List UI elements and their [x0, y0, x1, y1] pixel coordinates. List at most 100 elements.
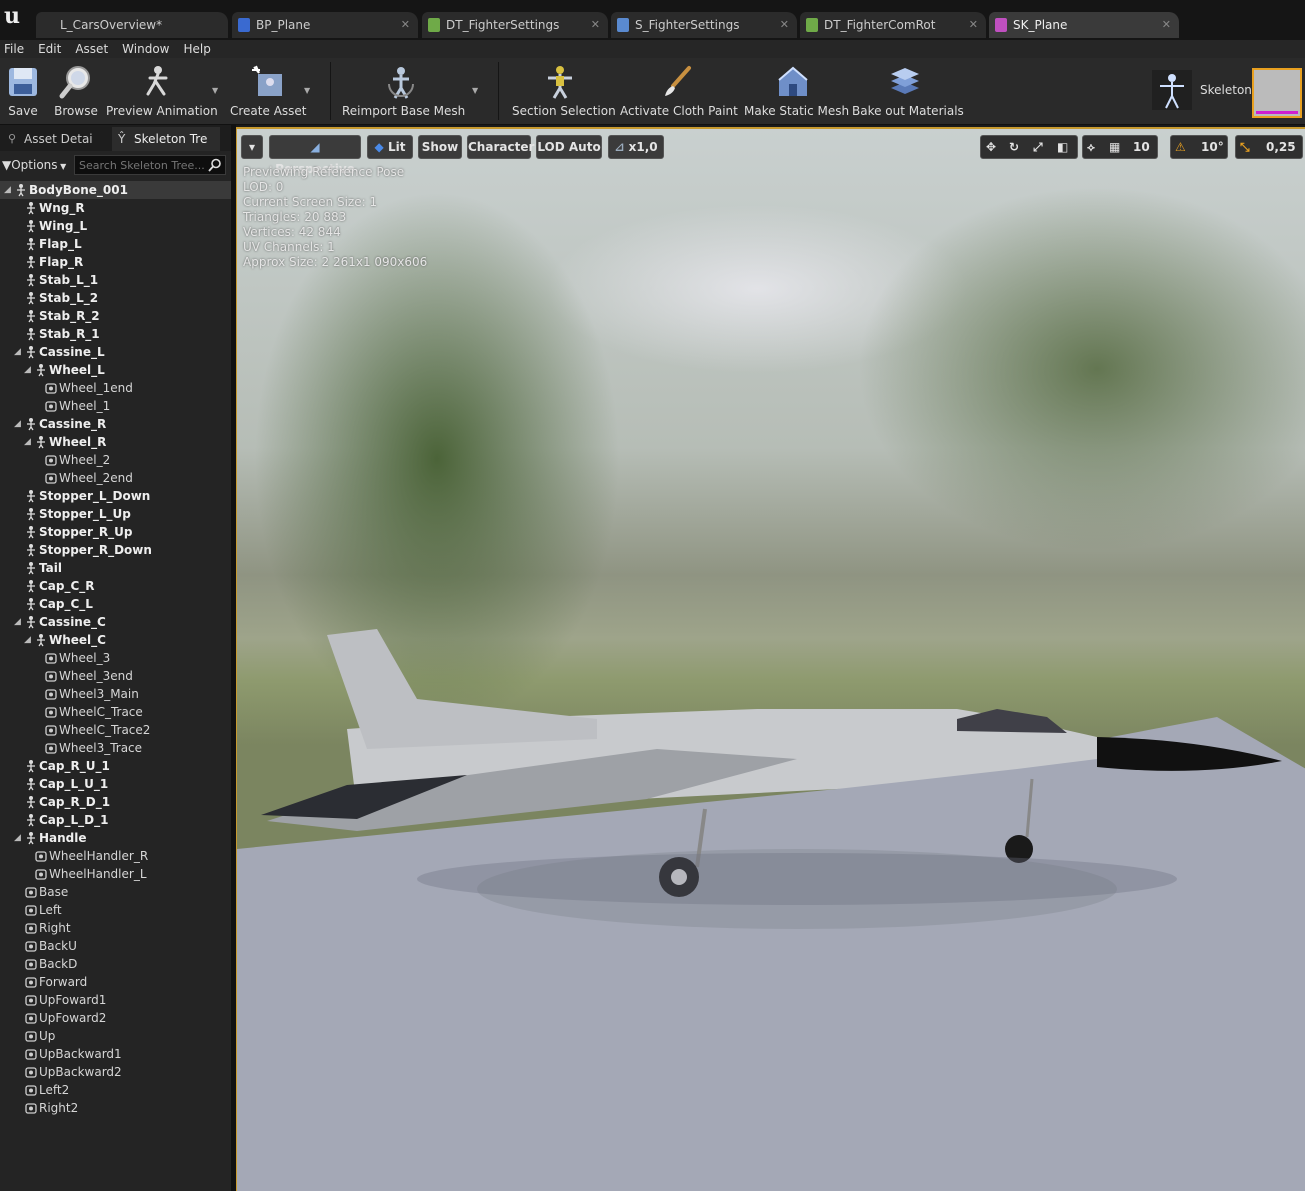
bone-row[interactable]: Flap_R: [0, 253, 231, 271]
surface-snap-icon[interactable]: ⟡: [1087, 136, 1095, 158]
search-skeleton-tree-input[interactable]: [74, 155, 226, 175]
expand-arrow-icon[interactable]: ◢: [14, 613, 24, 631]
socket-row[interactable]: Wheel3_Main: [0, 685, 231, 703]
bone-row[interactable]: Cap_L_U_1: [0, 775, 231, 793]
menu-edit[interactable]: Edit: [31, 40, 68, 58]
socket-row[interactable]: BackU: [0, 937, 231, 955]
socket-row[interactable]: Left: [0, 901, 231, 919]
menu-window[interactable]: Window: [115, 40, 176, 58]
bone-row[interactable]: Tail: [0, 559, 231, 577]
tab-sk-plane[interactable]: SK_Plane ✕: [989, 12, 1179, 38]
socket-row[interactable]: Wheel_2: [0, 451, 231, 469]
tab-l-carsoverview[interactable]: L_CarsOverview*: [36, 12, 228, 38]
close-icon[interactable]: ✕: [1162, 12, 1171, 38]
menu-asset[interactable]: Asset: [68, 40, 115, 58]
section-selection-button[interactable]: Section Selection: [512, 58, 616, 122]
bone-row[interactable]: Cap_L_D_1: [0, 811, 231, 829]
bone-row[interactable]: Stab_L_1: [0, 271, 231, 289]
socket-row[interactable]: Wheel_3end: [0, 667, 231, 685]
viewport[interactable]: ▾ ◢ Perspective ◆ Lit Show Character LOD…: [236, 127, 1305, 1191]
socket-row[interactable]: WheelC_Trace: [0, 703, 231, 721]
expand-arrow-icon[interactable]: ◢: [14, 415, 24, 433]
socket-row[interactable]: UpFoward1: [0, 991, 231, 1009]
browse-button[interactable]: Browse: [50, 58, 102, 122]
expand-arrow-icon[interactable]: ◢: [24, 433, 34, 451]
expand-arrow-icon[interactable]: ◢: [14, 343, 24, 361]
preview-animation-button[interactable]: Preview Animation: [106, 58, 218, 122]
socket-row[interactable]: Wheel_1: [0, 397, 231, 415]
bone-row[interactable]: Flap_L: [0, 235, 231, 253]
bone-row[interactable]: Stab_R_2: [0, 307, 231, 325]
socket-row[interactable]: Up: [0, 1027, 231, 1045]
scale-icon[interactable]: ⤢: [1033, 136, 1043, 158]
socket-row[interactable]: Right2: [0, 1099, 231, 1117]
close-icon[interactable]: ✕: [780, 12, 789, 38]
bone-row[interactable]: Cap_C_R: [0, 577, 231, 595]
socket-row[interactable]: Wheel_1end: [0, 379, 231, 397]
socket-row[interactable]: WheelHandler_L: [0, 865, 231, 883]
socket-row[interactable]: UpFoward2: [0, 1009, 231, 1027]
rotate-icon[interactable]: ↻: [1009, 136, 1019, 158]
bone-row[interactable]: ◢ Wheel_C: [0, 631, 231, 649]
tab-bp-plane[interactable]: BP_Plane ✕: [232, 12, 418, 38]
bone-row[interactable]: Cap_R_U_1: [0, 757, 231, 775]
character-button[interactable]: Character: [467, 135, 534, 159]
socket-row[interactable]: Right: [0, 919, 231, 937]
rotation-snap-icon[interactable]: ⚠: [1175, 136, 1186, 158]
options-button[interactable]: ▼Options ▼: [2, 155, 66, 175]
close-icon[interactable]: ✕: [401, 12, 410, 38]
playback-speed-button[interactable]: ⊿ x1,0: [608, 135, 664, 159]
bone-row[interactable]: Stab_R_1: [0, 325, 231, 343]
bake-out-materials-button[interactable]: Bake out Materials: [852, 58, 964, 122]
socket-row[interactable]: Wheel3_Trace: [0, 739, 231, 757]
create-asset-button[interactable]: Create Asset: [230, 58, 307, 122]
socket-row[interactable]: UpBackward1: [0, 1045, 231, 1063]
bone-row[interactable]: Wing_L: [0, 217, 231, 235]
tab-skeleton-tree[interactable]: Ŷ Skeleton Tre: [112, 127, 220, 151]
translate-icon[interactable]: ✥: [986, 136, 996, 158]
bone-row[interactable]: ◢ Wheel_L: [0, 361, 231, 379]
socket-row[interactable]: Base: [0, 883, 231, 901]
show-button[interactable]: Show: [418, 135, 462, 159]
bone-row[interactable]: Stopper_L_Down: [0, 487, 231, 505]
bone-row[interactable]: Wng_R: [0, 199, 231, 217]
scale-snap-icon[interactable]: ⤡: [1240, 136, 1250, 158]
socket-row[interactable]: BackD: [0, 955, 231, 973]
socket-row[interactable]: Left2: [0, 1081, 231, 1099]
lit-button[interactable]: ◆ Lit: [367, 135, 413, 159]
bone-row[interactable]: ◢ Cassine_R: [0, 415, 231, 433]
viewport-options-button[interactable]: ▾: [241, 135, 263, 159]
save-button[interactable]: Save: [2, 58, 44, 122]
tab-dt-fightercomrot[interactable]: DT_FighterComRot ✕: [800, 12, 986, 38]
bone-row[interactable]: ◢ Wheel_R: [0, 433, 231, 451]
unreal-logo-icon[interactable]: u: [0, 2, 24, 30]
expand-arrow-icon[interactable]: ◢: [14, 829, 24, 847]
close-icon[interactable]: ✕: [969, 12, 978, 38]
tab-dt-fightersettings[interactable]: DT_FighterSettings ✕: [422, 12, 608, 38]
bone-row[interactable]: Stopper_R_Up: [0, 523, 231, 541]
socket-row[interactable]: Forward: [0, 973, 231, 991]
activate-cloth-paint-button[interactable]: Activate Cloth Paint: [620, 58, 738, 122]
bone-row[interactable]: Cap_C_L: [0, 595, 231, 613]
bone-row[interactable]: Stab_L_2: [0, 289, 231, 307]
search-icon[interactable]: [208, 158, 222, 172]
reimport-dropdown-icon[interactable]: ▼: [472, 86, 482, 95]
lod-button[interactable]: LOD Auto: [536, 135, 602, 159]
bone-row[interactable]: Stopper_R_Down: [0, 541, 231, 559]
bone-row[interactable]: Cap_R_D_1: [0, 793, 231, 811]
world-local-icon[interactable]: ◧: [1057, 136, 1068, 158]
menu-help[interactable]: Help: [176, 40, 217, 58]
rotation-snap-value[interactable]: 10°: [1201, 136, 1224, 158]
create-asset-dropdown-icon[interactable]: ▼: [304, 86, 314, 95]
socket-row[interactable]: Wheel_2end: [0, 469, 231, 487]
perspective-button[interactable]: ◢ Perspective: [269, 135, 361, 176]
socket-row[interactable]: WheelC_Trace2: [0, 721, 231, 739]
socket-row[interactable]: UpBackward2: [0, 1063, 231, 1081]
expand-arrow-icon[interactable]: ◢: [24, 361, 34, 379]
skeleton-label[interactable]: Skeleton: [1200, 83, 1252, 97]
preview-animation-dropdown-icon[interactable]: ▼: [212, 86, 222, 95]
reimport-base-mesh-button[interactable]: Reimport Base Mesh: [342, 58, 465, 122]
bone-row[interactable]: ◢ Cassine_C: [0, 613, 231, 631]
make-static-mesh-button[interactable]: Make Static Mesh: [744, 58, 849, 122]
scale-snap-value[interactable]: 0,25: [1266, 136, 1296, 158]
